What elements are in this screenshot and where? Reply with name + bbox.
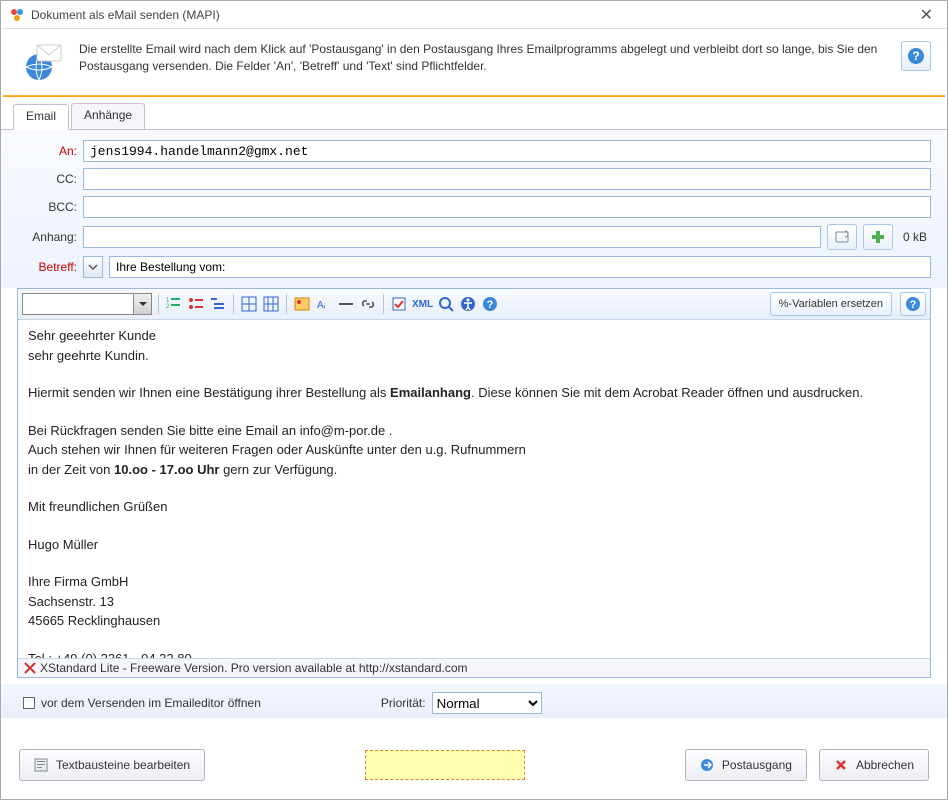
- body-line: in der Zeit von 10.oo - 17.oo Uhr gern z…: [28, 460, 920, 480]
- label-bcc: BCC:: [17, 200, 77, 214]
- help-button[interactable]: ?: [901, 41, 931, 71]
- body-line: Sehr geeehrter Kunde: [28, 326, 920, 346]
- form-area: An: CC: BCC: Anhang: 0 kB Betreff:: [1, 130, 947, 288]
- abbr-icon[interactable]: Aᵢ: [315, 295, 333, 313]
- table-insert-icon[interactable]: [240, 295, 258, 313]
- tab-email[interactable]: Email: [13, 104, 69, 130]
- body-line: Auch stehen wir Ihnen für weiteren Frage…: [28, 440, 920, 460]
- body-line: Bei Rückfragen senden Sie bitte eine Ema…: [28, 421, 920, 441]
- close-button[interactable]: ✕: [914, 5, 939, 25]
- label-priority: Priorität:: [381, 696, 426, 710]
- hr-icon[interactable]: [337, 295, 355, 313]
- svg-text:?: ?: [487, 299, 494, 311]
- cancel-button[interactable]: Abbrechen: [819, 749, 929, 781]
- outbox-label: Postausgang: [722, 758, 792, 772]
- footer: Textbausteine bearbeiten Postausgang Abb…: [1, 735, 947, 799]
- table-edit-icon[interactable]: [262, 295, 280, 313]
- outbox-button[interactable]: Postausgang: [685, 749, 807, 781]
- editor-statusbar: XStandard Lite - Freeware Version. Pro v…: [18, 658, 930, 677]
- app-icon: [9, 7, 25, 23]
- replace-variables-button[interactable]: %-Variablen ersetzen: [770, 292, 892, 316]
- body-line: Hiermit senden wir Ihnen eine Bestätigun…: [28, 383, 920, 403]
- editor-body[interactable]: Sehr geeehrter Kunde sehr geehrte Kundin…: [18, 320, 930, 658]
- xml-view-icon[interactable]: XML: [412, 295, 433, 313]
- info-text: Die erstellte Email wird nach dem Klick …: [79, 39, 887, 75]
- cc-field[interactable]: [83, 168, 931, 190]
- options-row: vor dem Versenden im Emaileditor öffnen …: [1, 684, 947, 718]
- preview-icon[interactable]: [437, 295, 455, 313]
- bullet-list-icon[interactable]: [187, 295, 205, 313]
- accessibility-icon[interactable]: [459, 295, 477, 313]
- svg-text:?: ?: [910, 299, 917, 311]
- body-line: Hugo Müller: [28, 535, 920, 555]
- spellcheck-icon[interactable]: [390, 295, 408, 313]
- cancel-label: Abbrechen: [856, 758, 914, 772]
- subject-dropdown[interactable]: [83, 256, 103, 278]
- font-combo[interactable]: [22, 293, 152, 315]
- open-in-editor-label: vor dem Versenden im Emaileditor öffnen: [41, 696, 261, 710]
- tab-attachments[interactable]: Anhänge: [71, 103, 145, 129]
- xstandard-icon: [24, 662, 36, 674]
- definition-list-icon[interactable]: [209, 295, 227, 313]
- body-line: Tel.: +49 (0) 2361 - 94 32 80: [28, 649, 920, 659]
- toolbar-help-button[interactable]: ?: [900, 292, 926, 316]
- numbered-list-icon[interactable]: 12: [165, 295, 183, 313]
- image-icon[interactable]: [293, 295, 311, 313]
- editor-status-text: XStandard Lite - Freeware Version. Pro v…: [40, 661, 468, 675]
- titlebar: Dokument als eMail senden (MAPI) ✕: [1, 1, 947, 29]
- body-line: sehr geehrte Kundin.: [28, 346, 920, 366]
- body-line: 45665 Recklinghausen: [28, 611, 920, 631]
- edit-textblocks-button[interactable]: Textbausteine bearbeiten: [19, 749, 205, 781]
- dialog-window: Dokument als eMail senden (MAPI) ✕ Die e…: [0, 0, 948, 800]
- editor-toolbar: 12 Aᵢ XML ? %-Variablen ersetzen ?: [18, 289, 930, 320]
- editor-help-icon[interactable]: ?: [481, 295, 499, 313]
- open-in-editor-checkbox[interactable]: vor dem Versenden im Emaileditor öffnen: [23, 696, 261, 710]
- info-banner: Die erstellte Email wird nach dem Klick …: [1, 29, 947, 95]
- label-attachment: Anhang:: [17, 230, 77, 244]
- to-field[interactable]: [83, 140, 931, 162]
- svg-text:?: ?: [912, 49, 919, 63]
- window-title: Dokument als eMail senden (MAPI): [31, 8, 914, 22]
- add-attachment-button[interactable]: [863, 224, 893, 250]
- link-icon[interactable]: [359, 295, 377, 313]
- browse-attachment-button[interactable]: [827, 224, 857, 250]
- priority-select[interactable]: Normal: [432, 692, 542, 714]
- subject-field[interactable]: [109, 256, 931, 278]
- drop-zone[interactable]: [365, 750, 525, 780]
- svg-text:Aᵢ: Aᵢ: [317, 300, 326, 311]
- body-line: Sachsenstr. 13: [28, 592, 920, 612]
- svg-text:2: 2: [166, 304, 170, 310]
- label-cc: CC:: [17, 172, 77, 186]
- divider: [3, 95, 945, 97]
- bcc-field[interactable]: [83, 196, 931, 218]
- edit-textblocks-label: Textbausteine bearbeiten: [56, 758, 190, 772]
- attachment-field[interactable]: [83, 226, 821, 248]
- label-to: An:: [17, 144, 77, 158]
- body-line: Ihre Firma GmbH: [28, 572, 920, 592]
- editor: 12 Aᵢ XML ? %-Variablen ersetzen ? Sehr …: [17, 288, 931, 678]
- body-line: Mit freundlichen Grüßen: [28, 497, 920, 517]
- mail-globe-icon: [21, 39, 65, 83]
- label-subject: Betreff:: [17, 260, 77, 274]
- attachment-size: 0 kB: [899, 230, 931, 244]
- tab-strip: Email Anhänge: [1, 99, 947, 130]
- checkbox-icon: [23, 697, 35, 709]
